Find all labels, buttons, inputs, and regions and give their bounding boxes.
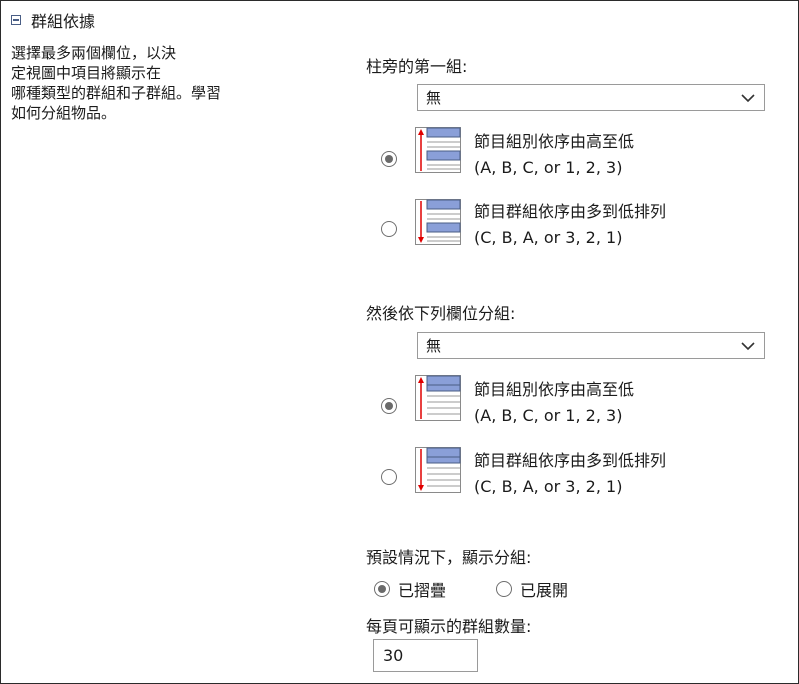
expanded-label: 已展開 [520,581,569,600]
group-by-panel: 群組依據 選擇最多兩個欄位，以決 定視圖中項目將顯示在 哪種類型的群組和子群組。… [0,0,799,684]
description-line: 哪種類型的群組和子群組。學習 [11,84,222,102]
description: 選擇最多兩個欄位，以決 定視圖中項目將顯示在 哪種類型的群組和子群組。學習 如何… [11,43,281,123]
chevron-down-icon [741,341,755,350]
collapsed-label: 已摺疊 [398,581,447,600]
section-header[interactable]: 群組依據 [11,9,95,31]
sort-label: 節目組別依序由高至低 [474,380,635,399]
section-title: 群組依據 [31,12,96,31]
collapsed-option[interactable]: 已摺疊 [374,577,446,601]
sort-example: (A, B, C, or 1, 2, 3) [474,406,623,425]
second-group-descending-radio[interactable] [381,469,397,485]
sort-ascending-icon [415,375,461,421]
second-group-label: 然後依下列欄位分組: [366,304,516,323]
groups-per-page-label: 每頁可顯示的群組數量: [366,617,532,636]
collapse-icon[interactable] [11,15,21,25]
sort-label: 節目群組依序由多到低排列 [474,451,667,470]
first-group-select[interactable]: 無 [417,84,765,111]
second-group-ascending-text: 節目組別依序由高至低 (A, B, C, or 1, 2, 3) [474,377,634,429]
first-group-label: 柱旁的第一組: [366,57,468,76]
sort-example: (A, B, C, or 1, 2, 3) [474,158,623,177]
second-group-select[interactable]: 無 [417,332,765,359]
sort-example: (C, B, A, or 3, 2, 1) [474,477,623,496]
first-group-descending-text: 節目群組依序由多到低排列 (C, B, A, or 3, 2, 1) [474,199,666,251]
sort-ascending-icon [415,127,461,173]
description-line: 選擇最多兩個欄位，以決 [11,44,177,62]
second-group-ascending-radio[interactable] [381,398,397,414]
first-group-ascending-radio[interactable] [381,151,397,167]
first-group-descending-radio[interactable] [381,221,397,237]
second-group-select-value: 無 [426,337,442,355]
sort-descending-icon [415,199,461,245]
sort-descending-icon [415,447,461,493]
collapsed-radio[interactable] [374,581,390,597]
sort-example: (C, B, A, or 3, 2, 1) [474,228,623,247]
default-display-label: 預設情況下，顯示分組: [366,548,532,567]
groups-per-page-input[interactable] [373,639,478,672]
expanded-radio[interactable] [496,581,512,597]
description-line: 如何分組物品。 [11,104,117,122]
sort-label: 節目群組依序由多到低排列 [474,202,667,221]
second-group-descending-text: 節目群組依序由多到低排列 (C, B, A, or 3, 2, 1) [474,448,666,500]
first-group-ascending-text: 節目組別依序由高至低 (A, B, C, or 1, 2, 3) [474,129,634,181]
description-line: 定視圖中項目將顯示在 [11,64,162,82]
sort-label: 節目組別依序由高至低 [474,132,635,151]
expanded-option[interactable]: 已展開 [496,577,568,601]
first-group-select-value: 無 [426,89,442,107]
chevron-down-icon [741,93,755,102]
